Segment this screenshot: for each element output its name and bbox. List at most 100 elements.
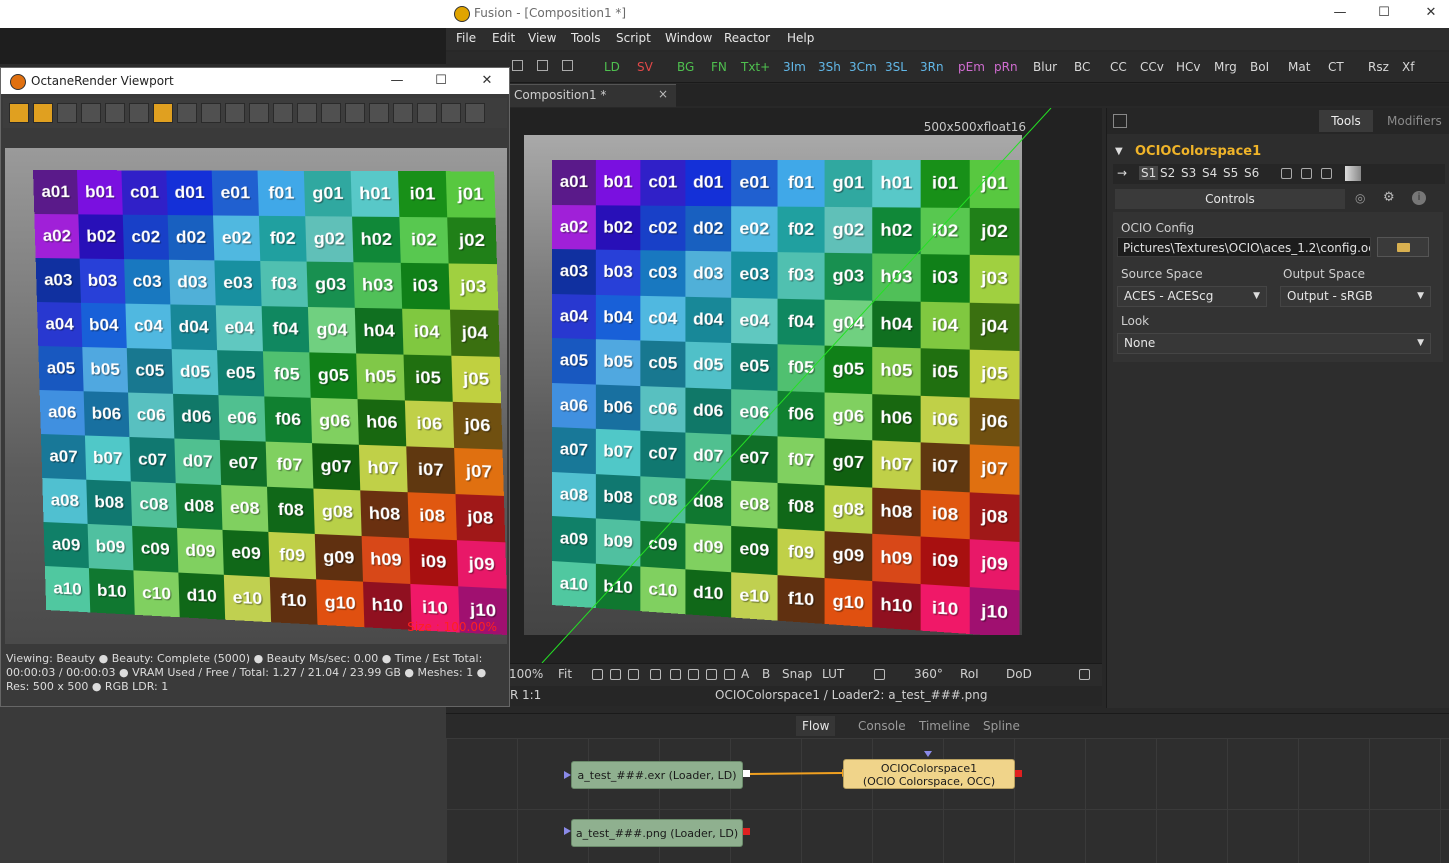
focus-icon[interactable] bbox=[153, 103, 173, 123]
menu-window[interactable]: Window bbox=[665, 31, 712, 45]
bspline-icon[interactable] bbox=[610, 669, 621, 680]
camera-icon[interactable] bbox=[345, 103, 365, 123]
menu-file[interactable]: File bbox=[456, 31, 476, 45]
tab-spline[interactable]: Spline bbox=[983, 719, 1020, 733]
tab-composition1[interactable]: Composition1 * × bbox=[506, 84, 676, 107]
ocio-config-field[interactable]: Pictures\Textures\OCIO\aces_1.2\config.o… bbox=[1117, 237, 1371, 257]
tool-ct[interactable]: CT bbox=[1328, 60, 1344, 74]
maximize-icon[interactable]: ☐ bbox=[1374, 4, 1394, 22]
polygon-icon[interactable] bbox=[724, 669, 735, 680]
minimize-icon[interactable]: — bbox=[1330, 4, 1350, 22]
tool-3im[interactable]: 3Im bbox=[783, 60, 806, 74]
layers-icon[interactable] bbox=[562, 60, 573, 71]
tab-flow[interactable]: Flow bbox=[796, 716, 836, 736]
node-loader-png[interactable]: a_test_###.png (Loader, LD) bbox=[571, 819, 743, 847]
tool-hcv[interactable]: HCv bbox=[1176, 60, 1201, 74]
afi-icon[interactable] bbox=[129, 103, 149, 123]
layers-icon[interactable] bbox=[417, 103, 437, 123]
node-loader-exr[interactable]: a_test_###.exr (Loader, LD) bbox=[571, 761, 743, 789]
version-s5[interactable]: S5 bbox=[1223, 166, 1238, 180]
load-icon[interactable] bbox=[393, 103, 413, 123]
tool-sv[interactable]: SV bbox=[637, 60, 653, 74]
color-channel-icon[interactable] bbox=[874, 669, 885, 680]
tool-txtplus[interactable]: Txt+ bbox=[741, 60, 770, 74]
version-s3[interactable]: S3 bbox=[1181, 166, 1196, 180]
colour-picker-icon[interactable] bbox=[177, 103, 197, 123]
terminal-icon[interactable] bbox=[441, 103, 461, 123]
restart-icon[interactable] bbox=[81, 103, 101, 123]
region-icon[interactable] bbox=[201, 103, 221, 123]
close-icon[interactable]: ✕ bbox=[477, 72, 497, 90]
tool-pem[interactable]: pEm bbox=[958, 60, 985, 74]
color-swatch-icon[interactable] bbox=[1345, 166, 1361, 181]
tool-3sl[interactable]: 3SL bbox=[885, 60, 907, 74]
zoom-level[interactable]: 100% bbox=[509, 667, 543, 681]
dod-button[interactable]: DoD bbox=[1006, 667, 1032, 681]
stop-icon[interactable] bbox=[33, 103, 53, 123]
minimize-icon[interactable]: — bbox=[387, 72, 407, 90]
fusion-viewer[interactable]: 500x500xfloat16 a01 b01 c01 d01 e01 f01 g01 h01… bbox=[506, 108, 1102, 663]
flow-editor[interactable]: a_test_###.exr (Loader, LD) a_test_###.p… bbox=[446, 738, 1449, 863]
pin-icon[interactable]: → bbox=[1117, 166, 1127, 180]
reset-icon[interactable] bbox=[9, 103, 29, 123]
version-s6[interactable]: S6 bbox=[1244, 166, 1259, 180]
lock-icon[interactable] bbox=[225, 103, 245, 123]
tab-close-icon[interactable]: × bbox=[658, 87, 668, 101]
360-button[interactable]: 360° bbox=[914, 667, 943, 681]
polyline-icon[interactable] bbox=[592, 669, 603, 680]
tool-boi[interactable]: BoI bbox=[1250, 60, 1269, 74]
version-s1[interactable]: S1 bbox=[1139, 166, 1159, 180]
settings-gear-icon[interactable]: ⚙ bbox=[1383, 190, 1395, 205]
look-select[interactable]: None ▼ bbox=[1117, 333, 1431, 354]
tool-blur[interactable]: Blur bbox=[1033, 60, 1057, 74]
roi-button[interactable]: RoI bbox=[960, 667, 979, 681]
paint-icon[interactable] bbox=[628, 669, 639, 680]
tool-ccv[interactable]: CCv bbox=[1140, 60, 1164, 74]
tool-mat[interactable]: Mat bbox=[1288, 60, 1310, 74]
viewer-r-toggle[interactable]: R bbox=[510, 688, 518, 702]
node-ocio-colorspace[interactable]: OCIOColorspace1 (OCIO Colorspace, OCC) bbox=[843, 759, 1015, 789]
tab-modifiers[interactable]: Modifiers bbox=[1387, 114, 1442, 128]
menu-script[interactable]: Script bbox=[616, 31, 651, 45]
tool-bg[interactable]: BG bbox=[677, 60, 694, 74]
tool-xf[interactable]: Xf bbox=[1402, 60, 1414, 74]
menu-edit[interactable]: Edit bbox=[492, 31, 515, 45]
tool-mrg[interactable]: Mrg bbox=[1214, 60, 1237, 74]
close-icon[interactable]: ✕ bbox=[1421, 4, 1441, 22]
tab-tools[interactable]: Tools bbox=[1319, 110, 1373, 132]
info-icon[interactable]: i bbox=[1412, 191, 1426, 205]
tool-ld[interactable]: LD bbox=[604, 60, 620, 74]
tab-timeline[interactable]: Timeline bbox=[919, 719, 970, 733]
viewer-1to1-button[interactable]: 1:1 bbox=[522, 688, 541, 702]
tool-rsz[interactable]: Rsz bbox=[1368, 60, 1389, 74]
clear-icon[interactable] bbox=[273, 103, 293, 123]
expand-arrow-icon[interactable]: ▼ bbox=[1115, 146, 1123, 157]
node-output-port[interactable] bbox=[743, 770, 750, 777]
save-icon[interactable] bbox=[369, 103, 389, 123]
tool-3cm[interactable]: 3Cm bbox=[849, 60, 877, 74]
browse-button[interactable] bbox=[1377, 237, 1429, 257]
grid-icon[interactable] bbox=[537, 60, 548, 71]
node-output-port[interactable] bbox=[743, 828, 750, 835]
tool-prn[interactable]: pRn bbox=[994, 60, 1018, 74]
circle-icon[interactable] bbox=[706, 669, 717, 680]
lock-icon[interactable] bbox=[1079, 669, 1090, 680]
tab-controls[interactable]: Controls bbox=[1115, 189, 1345, 209]
maximize-icon[interactable]: ☐ bbox=[431, 72, 451, 90]
tab-console[interactable]: Console bbox=[858, 719, 906, 733]
brush-icon[interactable] bbox=[650, 669, 661, 680]
bypass-icon[interactable] bbox=[1281, 168, 1292, 179]
menu-tools[interactable]: Tools bbox=[571, 31, 601, 45]
fit-button[interactable]: Fit bbox=[558, 667, 572, 681]
version-s4[interactable]: S4 bbox=[1202, 166, 1217, 180]
octane-render-view[interactable]: a01 b01 c01 d01 e01 f01 g01 h01 i01 j01 a02 b02 c02 d… bbox=[5, 148, 507, 644]
save-icon[interactable] bbox=[1321, 168, 1332, 179]
lock-icon[interactable] bbox=[1301, 168, 1312, 179]
eyedropper-icon[interactable] bbox=[670, 669, 681, 680]
export-icon[interactable] bbox=[321, 103, 341, 123]
menu-view[interactable]: View bbox=[528, 31, 556, 45]
tool-cc[interactable]: CC bbox=[1110, 60, 1127, 74]
snap-toggle[interactable]: Snap bbox=[782, 667, 812, 681]
tool-3rn[interactable]: 3Rn bbox=[920, 60, 944, 74]
tool-bc[interactable]: BC bbox=[1074, 60, 1090, 74]
